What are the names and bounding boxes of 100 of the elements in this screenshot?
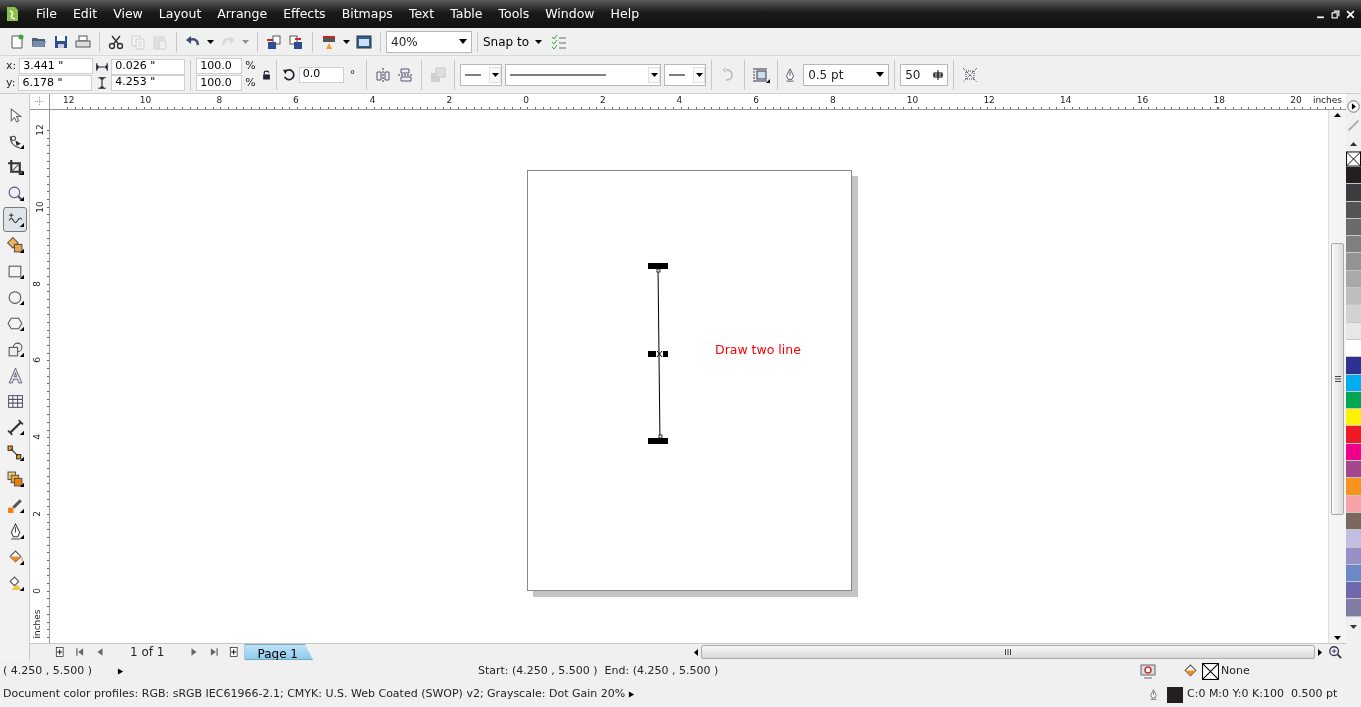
menu-item[interactable]: Arrange — [209, 4, 276, 24]
caret-icon[interactable] — [459, 39, 467, 44]
ruler-label: 8 — [830, 95, 836, 105]
previous-page-icon[interactable] — [95, 647, 105, 657]
color-swatch[interactable] — [1346, 530, 1361, 548]
caret-icon[interactable] — [491, 72, 499, 77]
menu-item[interactable]: Help — [602, 4, 648, 24]
degree-label: ° — [349, 68, 356, 82]
scroll-up-icon[interactable] — [1350, 142, 1357, 146]
color-swatch[interactable] — [1346, 288, 1361, 306]
outline-width-dropdown[interactable]: 0.5 pt — [803, 63, 890, 86]
ruler-label: 12 — [63, 95, 75, 105]
color-swatch[interactable] — [1346, 236, 1361, 254]
annotation-text[interactable]: Draw two line — [715, 341, 801, 360]
drawing-canvas[interactable]: Draw two line — [50, 110, 1328, 643]
y-position-field[interactable]: 6.178 " — [18, 74, 93, 91]
vertical-scrollbar[interactable] — [1328, 110, 1346, 643]
scale-x-field[interactable]: 100.0 — [196, 58, 243, 75]
y-label: y: — [6, 74, 16, 91]
line-preview-icon — [465, 72, 482, 77]
color-swatch[interactable] — [1346, 461, 1361, 479]
x-position-field[interactable]: 3.441 " — [19, 58, 94, 75]
vertical-ruler[interactable]: 12 10 8 6 4 2 0 inches — [30, 110, 50, 643]
menu-item[interactable]: Layout — [150, 4, 210, 24]
color-swatch[interactable] — [1346, 599, 1361, 617]
horizontal-ruler[interactable]: 12 10 8 6 4 2 0 2 4 6 8 10 12 14 16 18 20 inches — [50, 94, 1346, 110]
caret-icon[interactable] — [876, 72, 885, 77]
color-swatch[interactable] — [1346, 426, 1361, 444]
color-swatch[interactable] — [1346, 409, 1361, 427]
last-page-icon[interactable] — [209, 647, 220, 657]
play-icon[interactable] — [1347, 100, 1360, 113]
no-color-swatch-icon[interactable] — [1346, 151, 1361, 167]
color-swatch[interactable] — [1346, 582, 1361, 600]
caret-icon[interactable] — [650, 72, 658, 77]
color-swatch[interactable] — [1346, 478, 1361, 496]
grip-icon[interactable] — [1334, 375, 1341, 383]
ruler-label: 8 — [216, 95, 223, 105]
add-page-icon[interactable] — [55, 647, 65, 657]
zoom-icon[interactable] — [1328, 645, 1342, 659]
cursor-position: ( 4.250 , 5.500 ) — [3, 663, 94, 680]
lock-icon[interactable] — [261, 70, 271, 80]
page-tab[interactable]: Page 1 — [244, 644, 313, 660]
pen-nib-icon — [1148, 686, 1159, 702]
menu-item[interactable]: File — [28, 4, 65, 24]
close-icon[interactable] — [1346, 9, 1355, 19]
line-preview-icon — [510, 72, 607, 77]
snap-to-dropdown[interactable]: Snap to — [483, 30, 543, 53]
line-coordinates: Start: (4.250 , 5.500 ) End: (4.250 , 5.500 ) — [478, 663, 719, 680]
color-swatch[interactable] — [1346, 167, 1361, 185]
expand-arrow-icon[interactable] — [117, 667, 124, 676]
first-page-icon[interactable] — [75, 647, 85, 657]
menu-item[interactable]: Bitmaps — [333, 4, 401, 24]
curve-tool-icon[interactable] — [3, 207, 27, 232]
menu-item[interactable]: Text — [400, 4, 443, 24]
start-arrowhead-dropdown[interactable] — [460, 63, 503, 86]
selected-line-drawing[interactable] — [648, 263, 668, 444]
caret-icon[interactable] — [695, 72, 703, 77]
spin-icon[interactable] — [933, 69, 944, 80]
caret-icon[interactable] — [343, 39, 350, 44]
scroll-right-icon[interactable] — [1318, 648, 1322, 656]
fill-bucket-icon — [1182, 663, 1199, 680]
horizontal-scrollbar[interactable] — [694, 645, 1322, 659]
ruler-label: 6 — [31, 357, 42, 364]
scroll-down-icon[interactable] — [1350, 624, 1357, 629]
zoom-level-dropdown[interactable]: 40% — [386, 30, 472, 53]
ruler-label: 6 — [753, 95, 760, 105]
color-swatch[interactable] — [1346, 305, 1361, 323]
ruler-label: 14 — [1060, 95, 1072, 105]
menu-item[interactable]: Table — [442, 4, 491, 24]
add-page-icon[interactable] — [229, 647, 240, 657]
percent-label: % — [245, 58, 256, 74]
scale-y-field[interactable]: 100.0 — [196, 74, 243, 91]
end-arrowhead-dropdown[interactable] — [664, 63, 707, 86]
miter-limit-spinner[interactable]: 50 — [900, 63, 949, 86]
color-swatch[interactable] — [1346, 253, 1361, 271]
rotation-field[interactable]: 0.0 — [298, 66, 344, 83]
menu-item[interactable]: View — [105, 4, 151, 24]
color-swatch[interactable] — [1346, 184, 1361, 202]
ruler-label: 12 — [34, 124, 45, 136]
scroll-left-icon[interactable] — [694, 648, 698, 656]
ruler-origin-icon[interactable] — [35, 97, 44, 106]
ruler-label: 12 — [983, 95, 995, 105]
grip-icon[interactable] — [1004, 649, 1012, 655]
menu-item[interactable]: Effects — [275, 4, 334, 24]
outline-status: C:0 M:0 Y:0 K:100 0.500 pt — [1187, 686, 1339, 703]
line-style-dropdown[interactable] — [505, 63, 662, 86]
expand-arrow-icon[interactable] — [628, 689, 636, 699]
scroll-down-icon[interactable] — [1334, 636, 1341, 640]
x-label: x: — [6, 58, 17, 74]
menu-item[interactable]: Edit — [64, 4, 106, 24]
caret-icon[interactable] — [207, 39, 214, 44]
menu-item[interactable]: Tools — [490, 4, 538, 24]
ruler-label: 10 — [139, 95, 152, 105]
screen-preview-icon[interactable] — [1140, 663, 1156, 680]
width-field[interactable]: 0.026 " — [111, 58, 186, 75]
caret-icon[interactable] — [535, 39, 543, 44]
menu-item[interactable]: Window — [537, 4, 603, 24]
restore-icon[interactable] — [1331, 9, 1340, 19]
color-swatch[interactable] — [1346, 357, 1361, 375]
scroll-up-icon[interactable] — [1334, 113, 1341, 117]
